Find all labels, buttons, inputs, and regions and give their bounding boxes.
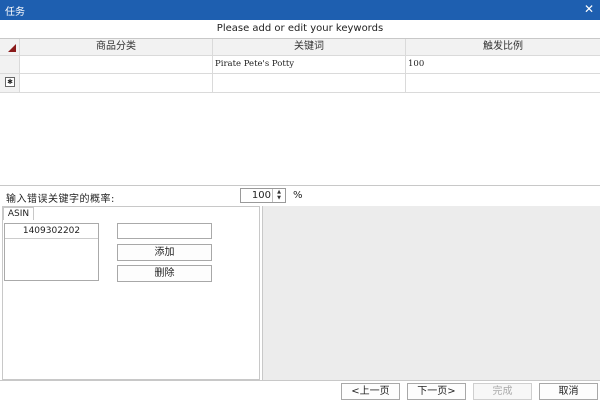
close-icon[interactable]: ✕ [584,2,594,16]
new-cell-ratio[interactable] [406,74,600,92]
row-selector[interactable] [0,56,20,73]
grid-header-row: 商品分类 关键词 触发比例 [0,39,600,56]
delete-button[interactable]: 删除 [117,265,212,282]
grid-corner [0,39,20,55]
asin-tab[interactable]: ASIN [3,207,34,220]
table-row-new[interactable]: ✱ [0,74,600,93]
window-title: 任务 [5,7,25,18]
keyword-grid: 商品分类 关键词 触发比例 Pirate Pete's Potty 100 ✱ [0,39,600,185]
asin-list[interactable]: 1409302202 [4,223,99,281]
add-button[interactable]: 添加 [117,244,212,261]
title-bar: 任务 ✕ [0,0,600,20]
cell-category[interactable] [20,56,213,73]
next-page-button[interactable]: 下一页> [407,383,466,400]
typo-rate-unit: % [293,190,303,201]
finish-button[interactable]: 完成 [473,383,532,400]
stepper-spin[interactable]: ▲ ▼ [272,189,285,202]
new-row-selector[interactable]: ✱ [0,74,20,92]
table-row[interactable]: Pirate Pete's Potty 100 [0,56,600,74]
stepper-down-icon[interactable]: ▼ [273,195,285,201]
cell-ratio[interactable]: 100 [406,56,600,73]
new-row-icon: ✱ [5,77,15,87]
typo-rate-stepper[interactable]: 100 ▲ ▼ [240,188,286,203]
corner-triangle-icon [8,44,16,52]
new-cell-category[interactable] [20,74,213,92]
typo-rate-value[interactable]: 100 [252,190,271,201]
column-header-keyword[interactable]: 关键词 [213,39,406,55]
new-cell-keyword[interactable] [213,74,406,92]
cancel-button[interactable]: 取消 [539,383,598,400]
page-heading: Please add or edit your keywords [0,20,600,39]
typo-rate-label: 输入错误关键字的概率: [6,194,115,205]
cell-keyword[interactable]: Pirate Pete's Potty [213,56,406,73]
column-header-ratio[interactable]: 触发比例 [406,39,600,55]
list-item[interactable]: 1409302202 [5,224,98,239]
right-empty-panel [262,206,600,380]
asin-input[interactable] [117,223,212,239]
prev-page-button[interactable]: <上一页 [341,383,400,400]
column-header-category[interactable]: 商品分类 [20,39,213,55]
